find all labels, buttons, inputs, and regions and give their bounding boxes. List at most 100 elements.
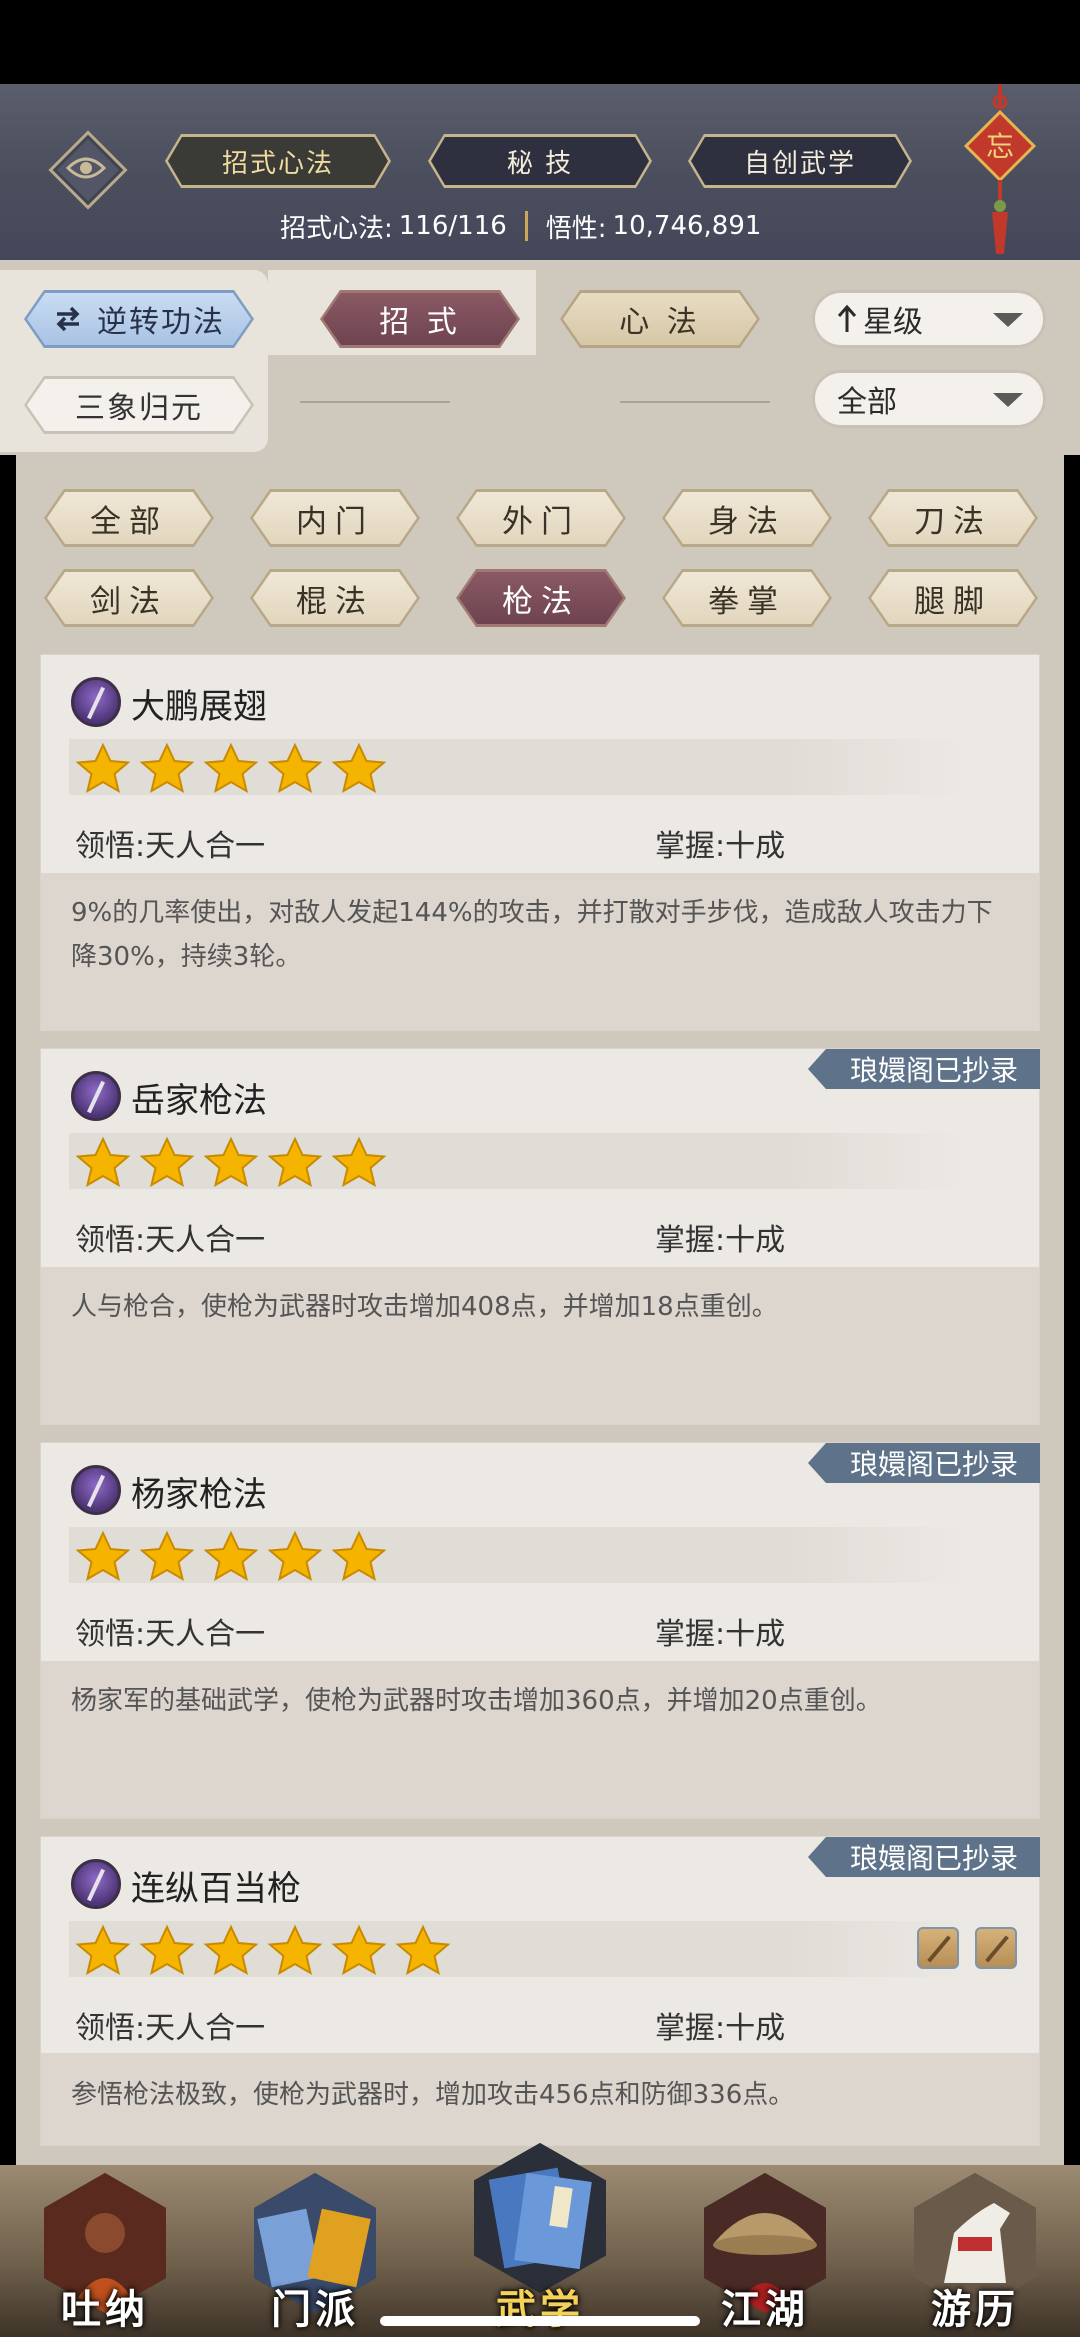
mastery-level: 掌握:十成 bbox=[655, 2011, 786, 2046]
header-stats: 招式心法: 116/116 悟性: 10,746,891 bbox=[280, 206, 761, 246]
skill-description: 人与枪合，使枪为武器时攻击增加408点，并增加18点重创。 bbox=[71, 1292, 778, 1322]
skill-card[interactable]: 大鹏展翅 领悟:天人合一 掌握:十成 9%的几率使出，对敌人发起144%的攻击，… bbox=[40, 654, 1040, 1031]
decorative-divider bbox=[300, 401, 450, 403]
mastery-level: 掌握:十成 bbox=[655, 1223, 786, 1258]
eye-icon bbox=[66, 157, 106, 179]
star-icon bbox=[327, 1133, 391, 1189]
star-icon bbox=[71, 1527, 135, 1583]
star-icon bbox=[263, 1921, 327, 1977]
spear-skill-icon bbox=[71, 1071, 121, 1121]
nav-sect[interactable]: 门派 bbox=[240, 2165, 390, 2337]
spear-skill-icon bbox=[71, 1465, 121, 1515]
category-fist[interactable]: 拳掌 bbox=[662, 569, 832, 627]
star-icon bbox=[135, 739, 199, 795]
star-icon bbox=[391, 1921, 455, 1977]
skill-description: 参悟枪法极致，使枪为武器时，增加攻击456点和防御336点。 bbox=[71, 2080, 795, 2110]
tab-custom-martial-arts[interactable]: 自创武学 bbox=[688, 134, 912, 188]
archive-copied-badge: 琅嬛阁已抄录 bbox=[807, 1049, 1040, 1089]
svg-text:忘: 忘 bbox=[986, 130, 1014, 163]
sanxiang-button[interactable]: 三象归元 bbox=[24, 376, 254, 434]
skill-description: 杨家军的基础武学，使枪为武器时攻击增加360点，并增加20点重创。 bbox=[71, 1686, 882, 1716]
archive-copied-badge: 琅嬛阁已抄录 bbox=[807, 1837, 1040, 1877]
star-icon bbox=[71, 1133, 135, 1189]
category-blade[interactable]: 刀法 bbox=[868, 489, 1038, 547]
sort-dropdown-value: 星级 bbox=[863, 305, 923, 340]
comprehension-level: 领悟:天人合一 bbox=[75, 2011, 266, 2046]
category-leg[interactable]: 腿脚 bbox=[868, 569, 1038, 627]
star-rating bbox=[69, 1527, 971, 1583]
star-icon bbox=[327, 1527, 391, 1583]
swap-arrows-icon bbox=[56, 306, 80, 332]
star-icon bbox=[263, 739, 327, 795]
knot-pendant-button[interactable]: 忘 bbox=[962, 84, 1038, 260]
chevron-down-icon bbox=[993, 313, 1023, 327]
nav-jianghu[interactable]: 江湖 bbox=[690, 2165, 840, 2337]
mastery-level: 掌握:十成 bbox=[655, 1617, 786, 1652]
category-movement[interactable]: 身法 bbox=[662, 489, 832, 547]
spear-skill-icon bbox=[71, 1859, 121, 1909]
category-inner[interactable]: 内门 bbox=[250, 489, 420, 547]
tab-mind-methods[interactable]: 心 法 bbox=[560, 290, 760, 348]
spear-skill-icon bbox=[71, 677, 121, 727]
tab-moves[interactable]: 招 式 bbox=[320, 290, 520, 348]
nav-martial-arts[interactable]: 武学 bbox=[465, 2135, 615, 2333]
decorative-divider bbox=[620, 401, 770, 403]
sort-dropdown[interactable]: 星级 bbox=[812, 290, 1046, 348]
star-icon bbox=[327, 739, 391, 795]
spear-weapon-icon bbox=[975, 1927, 1017, 1969]
chevron-down-icon bbox=[993, 393, 1023, 407]
book-icon bbox=[474, 2143, 606, 2293]
skill-name: 杨家枪法 bbox=[131, 1475, 267, 1515]
skill-card[interactable]: 琅嬛阁已抄录 岳家枪法 领悟:天人合一 掌握:十成 人与枪合，使枪为武器时攻击增… bbox=[40, 1048, 1040, 1425]
chinese-knot-icon: 忘 bbox=[963, 84, 1037, 254]
star-icon bbox=[71, 1921, 135, 1977]
status-bar bbox=[0, 0, 1080, 84]
skill-description: 9%的几率使出，对敌人发起144%的攻击，并打散对手步伐，造成敌人攻击力下降30… bbox=[71, 898, 993, 972]
star-icon bbox=[327, 1921, 391, 1977]
comprehension-level: 领悟:天人合一 bbox=[75, 1617, 266, 1652]
star-icon bbox=[199, 1133, 263, 1189]
category-staff[interactable]: 棍法 bbox=[250, 569, 420, 627]
skill-card[interactable]: 琅嬛阁已抄录 杨家枪法 领悟:天人合一 掌握:十成 杨家军的基础武学，使枪为武器… bbox=[40, 1442, 1040, 1819]
tab-secret-skills[interactable]: 秘 技 bbox=[428, 134, 652, 188]
moves-count-label: 招式心法: bbox=[280, 213, 393, 244]
bottom-nav: 吐纳 门派 武学 江湖 游历 bbox=[0, 2143, 1080, 2337]
skill-name: 大鹏展翅 bbox=[131, 687, 267, 727]
skill-name: 岳家枪法 bbox=[131, 1081, 267, 1121]
weapon-type-icon bbox=[917, 1927, 959, 1969]
category-outer[interactable]: 外门 bbox=[456, 489, 626, 547]
star-rating bbox=[69, 739, 971, 795]
header: 招式心法 秘 技 自创武学 忘 招式心法: 116/116 悟性: 10,746… bbox=[0, 84, 1080, 260]
mastery-level: 掌握:十成 bbox=[655, 829, 786, 864]
home-indicator bbox=[380, 2316, 700, 2326]
skill-card[interactable]: 琅嬛阁已抄录 连纵百当枪 领悟:天人合一 掌握:十成 参悟枪法极致，使枪为武器时… bbox=[40, 1836, 1040, 2146]
category-sword[interactable]: 剑法 bbox=[44, 569, 214, 627]
category-spear[interactable]: 枪法 bbox=[456, 569, 626, 627]
reverse-technique-button[interactable]: 逆转功法 bbox=[24, 290, 254, 348]
comprehension-level: 领悟:天人合一 bbox=[75, 1223, 266, 1258]
insight-value: 10,746,891 bbox=[612, 211, 762, 241]
star-icon bbox=[135, 1527, 199, 1583]
category-all[interactable]: 全部 bbox=[44, 489, 214, 547]
star-icon bbox=[199, 739, 263, 795]
star-icon bbox=[263, 1527, 327, 1583]
star-icon bbox=[199, 1527, 263, 1583]
star-rating bbox=[69, 1133, 971, 1189]
scope-dropdown[interactable]: 全部 bbox=[812, 370, 1046, 428]
nav-breathing[interactable]: 吐纳 bbox=[30, 2165, 180, 2337]
scope-dropdown-value: 全部 bbox=[837, 385, 897, 420]
stats-divider bbox=[524, 211, 528, 241]
archive-copied-badge: 琅嬛阁已抄录 bbox=[807, 1443, 1040, 1483]
star-icon bbox=[199, 1921, 263, 1977]
star-icon bbox=[135, 1133, 199, 1189]
insight-label: 悟性: bbox=[545, 213, 607, 244]
nav-travel[interactable]: 游历 bbox=[900, 2165, 1050, 2337]
view-toggle-button[interactable] bbox=[48, 130, 128, 210]
skill-name: 连纵百当枪 bbox=[131, 1869, 301, 1909]
star-rating bbox=[69, 1921, 971, 1977]
tab-moves-methods[interactable]: 招式心法 bbox=[165, 134, 391, 188]
star-icon bbox=[71, 739, 135, 795]
star-icon bbox=[263, 1133, 327, 1189]
moves-count-value: 116/116 bbox=[398, 211, 507, 241]
arrow-up-icon bbox=[837, 304, 857, 332]
